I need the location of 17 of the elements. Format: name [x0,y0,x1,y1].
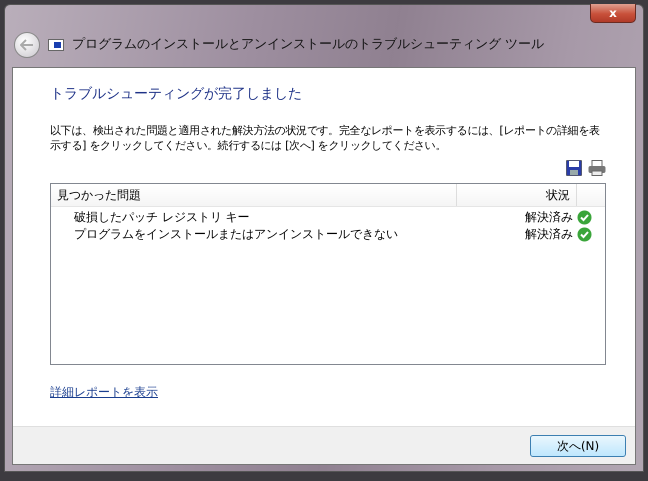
problem-text: 破損したパッチ レジストリ キー [73,209,251,226]
app-icon [48,38,64,52]
back-button[interactable] [14,32,40,58]
problem-text: プログラムをインストールまたはアンインストールできない [73,226,399,244]
close-button[interactable]: x [590,4,636,23]
column-header[interactable]: 状況 [457,184,577,206]
back-arrow-icon [20,39,34,51]
details-link[interactable]: 詳細レポートを表示 [50,382,158,401]
heading: トラブルシューティングが完了しました [50,86,303,103]
window-title: プログラムのインストールとアンインストールのトラブルシューティング ツール [72,36,544,54]
description: 以下は、検出された問題と適用された解決方法の状況です。完全なレポートを表示するには、[レポートの詳細を表示する] をクリックしてください。続行するには [次へ] をクリックしてください。 [50,122,601,153]
print-icon[interactable] [588,160,606,176]
next-button[interactable]: 次へ(N) [530,434,626,456]
status-text: 解決済み [525,209,574,226]
save-icon[interactable] [566,160,582,176]
column-header[interactable]: 見つかった問題 [51,184,457,206]
status-text: 解決済み [525,226,574,244]
